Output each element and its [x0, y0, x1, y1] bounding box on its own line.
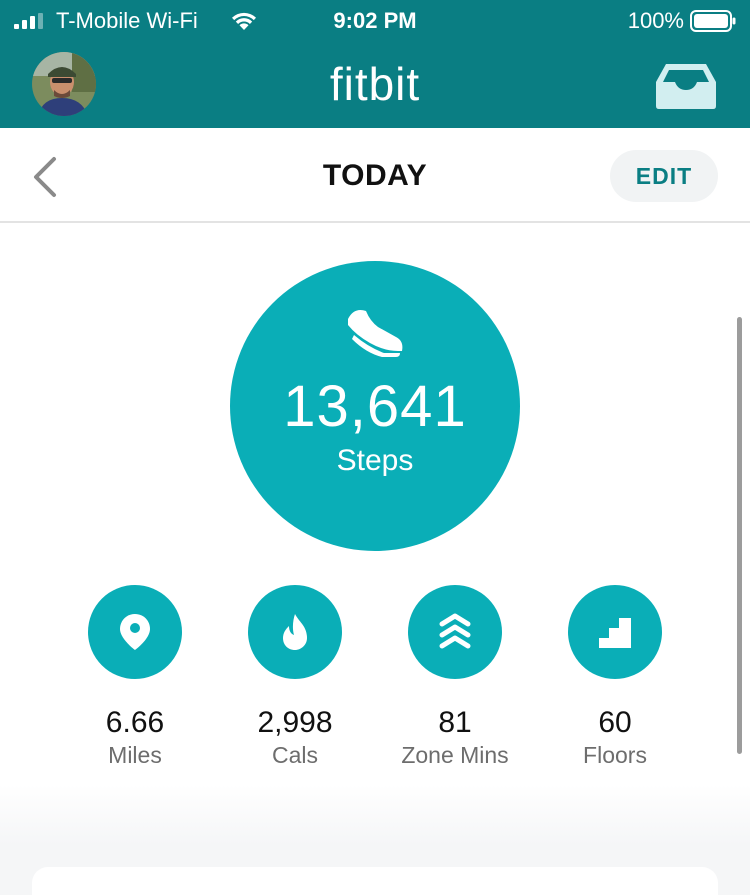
flame-icon	[283, 614, 307, 650]
calories-label: Cals	[271, 742, 318, 768]
stat-icon-circle	[408, 585, 502, 679]
today-dashboard: 13,641 Steps 6.66 Miles 2,998 Cals 81 Zo…	[0, 225, 750, 895]
battery-icon	[690, 10, 736, 32]
nav-bar: TODAY EDIT	[0, 128, 750, 223]
steps-value: 13,641	[283, 374, 467, 439]
miles-label: Miles	[108, 742, 162, 768]
battery-percentage: 100%	[627, 8, 684, 33]
scrollbar[interactable]	[737, 317, 742, 754]
steps-tile[interactable]: 13,641 Steps	[230, 261, 520, 551]
app-header: T-Mobile Wi-Fi 9:02 PM 100% fitbit	[0, 0, 750, 128]
chevrons-up-icon	[439, 613, 471, 649]
stat-icon-circle	[568, 585, 662, 679]
zone-minutes-label: Zone Mins	[401, 742, 509, 768]
stat-calories[interactable]: 2,998 Cals	[215, 585, 375, 769]
stairs-icon	[599, 618, 631, 648]
stat-zone-minutes[interactable]: 81 Zone Mins	[375, 585, 535, 769]
status-bar: T-Mobile Wi-Fi 9:02 PM 100%	[0, 0, 750, 44]
app-logo: fitbit	[329, 58, 421, 110]
zone-minutes-value: 81	[438, 706, 472, 739]
edit-button[interactable]: EDIT	[610, 150, 718, 202]
steps-label: Steps	[336, 444, 414, 477]
location-pin-icon	[120, 614, 150, 650]
stat-floors[interactable]: 60 Floors	[535, 585, 695, 769]
inbox-icon[interactable]	[654, 62, 718, 110]
floors-value: 60	[598, 706, 632, 739]
floors-label: Floors	[583, 742, 647, 768]
stat-miles[interactable]: 6.66 Miles	[55, 585, 215, 769]
calories-value: 2,998	[257, 706, 333, 739]
miles-value: 6.66	[105, 706, 165, 739]
shoe-icon	[348, 310, 403, 357]
next-card[interactable]	[32, 867, 718, 895]
stat-icon-circle	[248, 585, 342, 679]
stat-icon-circle	[88, 585, 182, 679]
